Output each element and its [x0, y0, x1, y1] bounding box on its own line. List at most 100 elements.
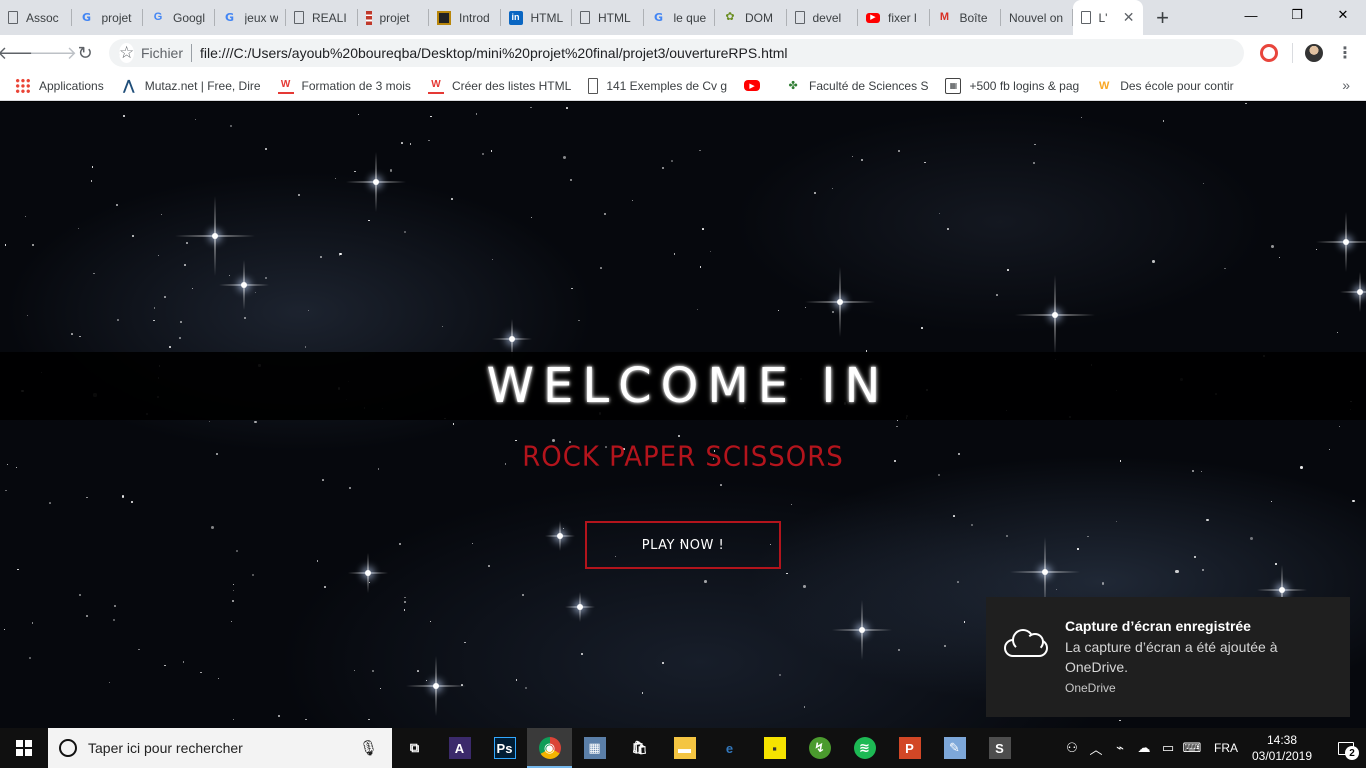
profile-avatar[interactable]	[1305, 44, 1323, 62]
doc-favicon-icon	[1080, 11, 1091, 24]
gmail-favicon-icon: M	[939, 11, 950, 23]
bookmark-label: 141 Exemples de Cv g	[606, 78, 728, 93]
address-bar[interactable]: i Fichier file:///C:/Users/ayoub%20boure…	[109, 39, 1244, 67]
star	[1032, 161, 1036, 165]
play-now-button[interactable]: PLAY NOW !	[585, 521, 781, 569]
browser-tab[interactable]: L' ✕	[1072, 0, 1143, 35]
star	[1175, 569, 1179, 574]
bookmark-item[interactable]: ⋀ Mutaz.net | Free, Dire	[121, 77, 261, 94]
url-text[interactable]: file:///C:/Users/ayoub%20boureqba/Deskto…	[200, 45, 1234, 61]
taskbar-app-task-view[interactable]: ⧉	[392, 728, 437, 768]
minimize-button[interactable]: —	[1228, 0, 1274, 30]
extension-icon[interactable]	[1260, 44, 1278, 62]
browser-tab[interactable]: Nouvel on	[1001, 0, 1073, 35]
star	[307, 309, 310, 312]
maximize-button[interactable]: ❐	[1274, 0, 1320, 30]
star	[1224, 267, 1227, 270]
taskbar-app-powerpoint[interactable]: P	[887, 728, 932, 768]
taskbar-app-chrome[interactable]: ◉	[527, 728, 572, 768]
star	[29, 656, 31, 659]
menu-icon[interactable]: ⋮	[1337, 43, 1353, 63]
close-window-button[interactable]: ✕	[1320, 0, 1366, 30]
star	[1034, 143, 1036, 146]
new-tab-button[interactable]: +	[1149, 4, 1177, 32]
bookmark-item[interactable]: ✤ Faculté de Sciences S	[785, 78, 928, 94]
browser-tab[interactable]: HTML	[572, 0, 644, 35]
close-tab-icon[interactable]: ✕	[1123, 9, 1135, 26]
browser-tab[interactable]: G Googl	[143, 0, 215, 35]
star	[1005, 534, 1008, 537]
bookmark-item[interactable]: ▶	[744, 80, 768, 91]
taskbar-app-explorer[interactable]: ▬	[662, 728, 707, 768]
taskbar-app-spotify[interactable]: ≋	[842, 728, 887, 768]
dom-favicon-icon: ✿	[725, 11, 735, 23]
star	[86, 615, 88, 617]
star	[24, 216, 26, 218]
keyboard-icon[interactable]: ⌨	[1180, 740, 1204, 756]
taskbar-app-sublime-text[interactable]: S	[977, 728, 1022, 768]
star	[1194, 556, 1196, 558]
taskbar-app-store[interactable]: 🛍	[617, 728, 662, 768]
taskbar-app-sticky-notes[interactable]: ▪	[752, 728, 797, 768]
display-icon[interactable]: ▭	[1156, 740, 1180, 756]
taskbar-app-photoshop[interactable]: Ps	[482, 728, 527, 768]
browser-tab[interactable]: Gjeux w	[215, 0, 287, 35]
browser-tab[interactable]: Gle que	[644, 0, 716, 35]
star	[403, 230, 406, 233]
taskbar-app-avengers[interactable]: A	[437, 728, 482, 768]
onedrive-tray-icon[interactable]: ☁	[1132, 740, 1156, 756]
bookmark-item[interactable]: ▦ +500 fb logins & pag	[945, 77, 1079, 94]
taskbar-app-edge[interactable]: e	[707, 728, 752, 768]
browser-tab[interactable]: in HTML	[501, 0, 573, 35]
star	[349, 487, 351, 490]
star	[320, 256, 323, 258]
browser-tab[interactable]: projet	[358, 0, 430, 35]
forward-button[interactable]: 🡒	[29, 37, 77, 69]
star	[924, 161, 926, 164]
star	[896, 425, 898, 428]
people-icon[interactable]: ⚇	[1060, 740, 1084, 756]
bookmark-item[interactable]: W Créer des listes HTML	[427, 78, 571, 94]
star	[209, 421, 211, 423]
start-button[interactable]	[0, 728, 48, 768]
bookmark-item[interactable]: W Formation de 3 mois	[277, 78, 411, 94]
reload-button[interactable]: ↻	[69, 37, 101, 69]
star	[49, 501, 52, 504]
star	[1007, 268, 1009, 271]
browser-tab[interactable]: Introd	[429, 0, 501, 35]
language-indicator[interactable]: FRA	[1214, 741, 1238, 755]
microphone-icon[interactable]: 🎙	[359, 739, 378, 757]
star	[297, 193, 300, 196]
more-bookmarks-icon[interactable]: »	[1342, 77, 1350, 93]
browser-tab[interactable]: M Boîte	[930, 0, 1002, 35]
bookmark-item[interactable]: Applications	[15, 77, 104, 94]
star	[233, 590, 235, 592]
star	[157, 254, 160, 257]
browser-tab[interactable]: REALI	[286, 0, 358, 35]
browser-tab[interactable]: Gprojet	[72, 0, 144, 35]
show-hidden-icons[interactable]: ︿	[1084, 739, 1108, 758]
bookmark-star-icon[interactable]: ☆	[119, 43, 135, 63]
bookmark-item[interactable]: W Des école pour contir	[1096, 78, 1234, 94]
star	[946, 228, 949, 231]
browser-tab[interactable]: ✿ DOM	[715, 0, 787, 35]
taskbar-app-file-manager[interactable]: ▦	[572, 728, 617, 768]
star	[661, 167, 664, 170]
network-icon[interactable]: ⌁	[1108, 740, 1132, 756]
doc-favicon-icon	[794, 11, 805, 24]
action-center-button[interactable]: 2	[1326, 728, 1366, 768]
taskbar-app-paint[interactable]: ✎	[932, 728, 977, 768]
browser-tab[interactable]: ▶ fixer l	[858, 0, 930, 35]
star	[1352, 499, 1356, 503]
clock[interactable]: 14:38 03/01/2019	[1250, 732, 1314, 764]
bookmark-item[interactable]: 141 Exemples de Cv g	[588, 77, 728, 94]
notification-toast[interactable]: Capture d’écran enregistrée La capture d…	[986, 597, 1350, 717]
browser-tab[interactable]: Assoc	[0, 0, 72, 35]
taskbar-search[interactable]: Taper ici pour rechercher 🎙	[48, 728, 392, 768]
browser-tab[interactable]: devel	[787, 0, 859, 35]
notification-count: 2	[1345, 746, 1359, 760]
bookmark-label: Applications	[39, 78, 104, 93]
taskbar-app-bittorrent[interactable]: ↯	[797, 728, 842, 768]
cortana-icon	[59, 739, 77, 757]
star	[233, 584, 235, 586]
